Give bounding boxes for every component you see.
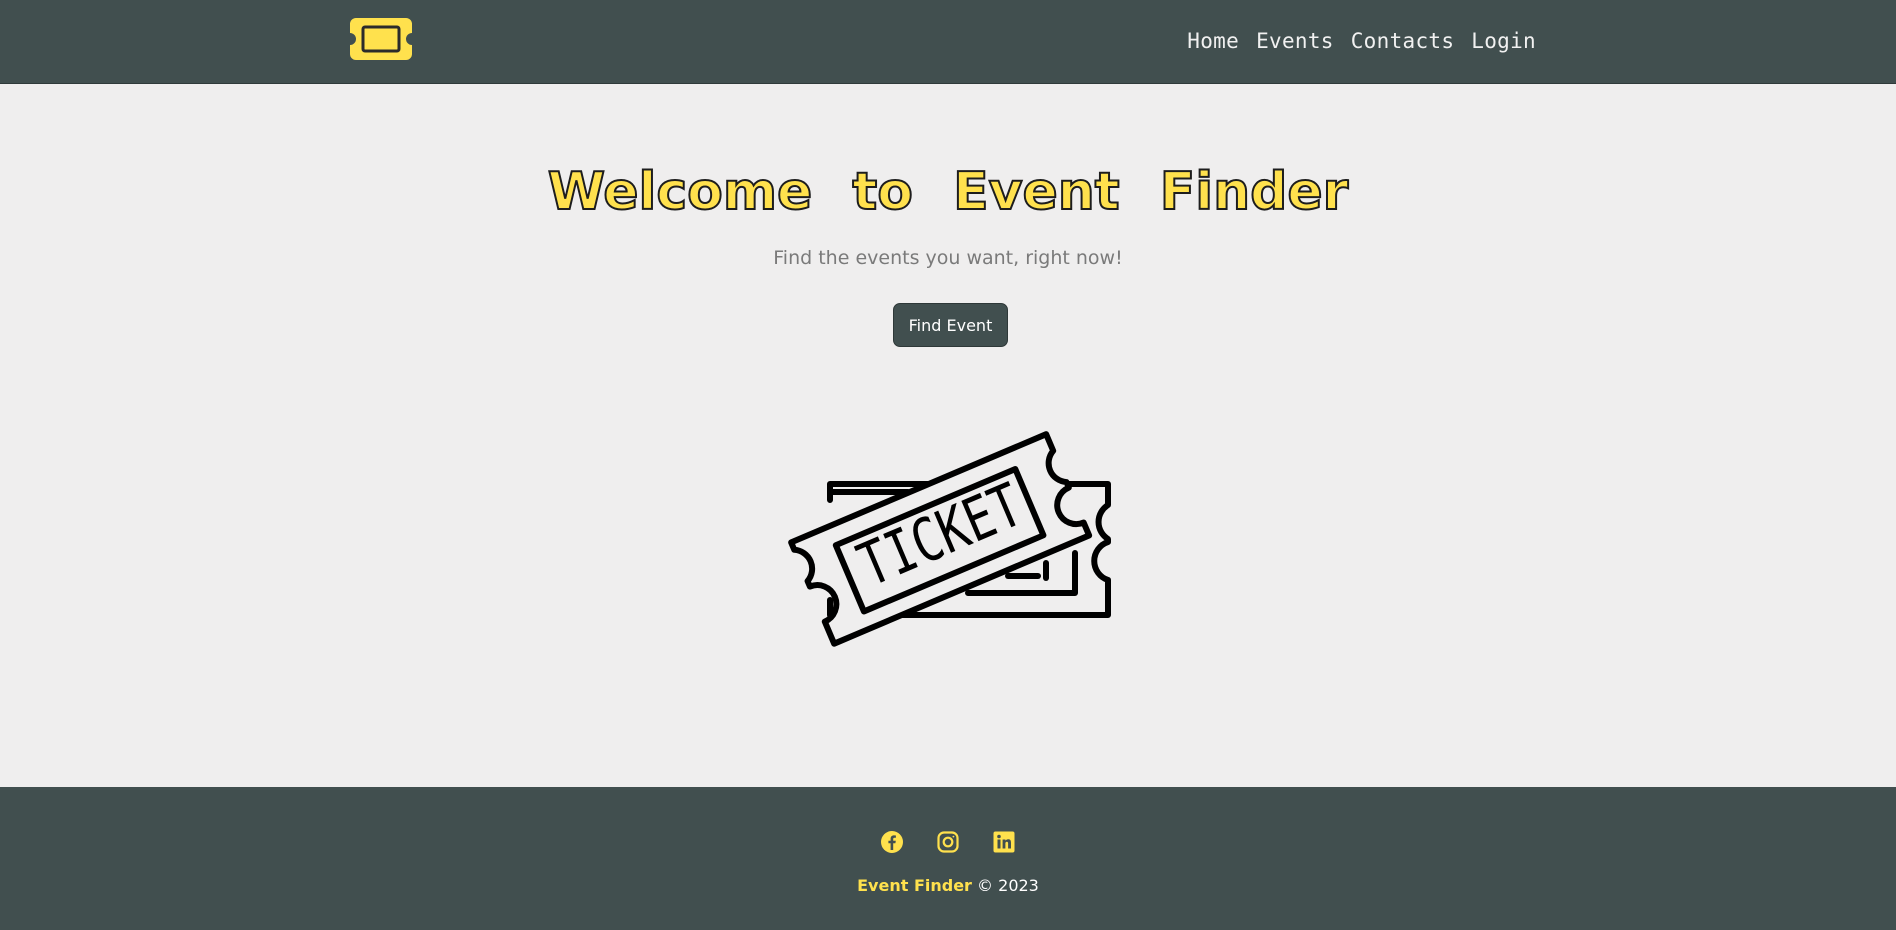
social-links [0, 830, 1896, 854]
site-footer [0, 787, 1896, 930]
ticket-illustration-icon: TICKET [788, 431, 1111, 647]
ticket-logo-icon[interactable] [350, 18, 412, 60]
main-nav: Home Events Contacts Login [1187, 29, 1536, 53]
linkedin-icon[interactable] [992, 830, 1016, 854]
copyright: Event Finder © 2023 [0, 876, 1896, 895]
nav-contacts[interactable]: Contacts [1351, 29, 1455, 53]
site-header: Home Events Contacts Login [0, 0, 1896, 84]
nav-events[interactable]: Events [1256, 29, 1334, 53]
facebook-icon[interactable] [880, 830, 904, 854]
instagram-icon[interactable] [936, 830, 960, 854]
hero-title: Welcome to Event Finder [547, 161, 1350, 223]
footer-brand: Event Finder [857, 876, 972, 895]
nav-home[interactable]: Home [1187, 29, 1239, 53]
hero-subtitle: Find the events you want, right now! [773, 247, 1123, 269]
find-event-button[interactable]: Find Event [893, 303, 1008, 347]
copyright-year: © 2023 [977, 876, 1039, 895]
nav-login[interactable]: Login [1471, 29, 1536, 53]
